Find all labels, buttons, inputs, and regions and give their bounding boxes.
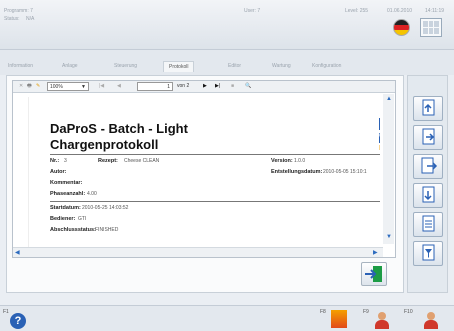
report-color-bar [379, 118, 380, 130]
nr-value: 3 [64, 158, 67, 164]
function-key-bar: F1 ? F8 F9 F10 [0, 305, 454, 331]
time-text: 14:11:19 [425, 8, 445, 14]
version-label: Version: [271, 158, 293, 164]
f8-label: F8 [320, 309, 326, 315]
tab-anlage[interactable]: Anlage [62, 63, 78, 69]
tab-bar: Information Anlage Steuerung Protokoll E… [0, 50, 454, 75]
report-logo-c: C [379, 133, 380, 143]
zoom-value: 100% [50, 84, 63, 90]
nr-label: Nr.: [50, 158, 60, 164]
next-page-icon[interactable]: ▶ [203, 83, 207, 89]
status-label: Status: [4, 16, 20, 22]
tab-steuerung[interactable]: Steuerung [114, 63, 137, 69]
report-divider-top [50, 154, 380, 155]
open-report-button[interactable] [413, 125, 443, 150]
tab-information[interactable]: Information [8, 63, 33, 69]
report-page: DaProS - Batch - Light Chargenprotokoll … [28, 97, 380, 252]
status-value: N/A [26, 16, 35, 22]
report-viewer: ✕ 🖶 ✎ 100% ▼ |◀ ◀ 1 von 2 ▶ ▶| ■ 🔍 DaProS… [12, 80, 396, 258]
document-print-icon [422, 215, 435, 232]
alarm-icon[interactable] [331, 310, 347, 328]
f1-label: F1 [3, 309, 9, 315]
load-report-button[interactable] [413, 96, 443, 121]
right-action-sidebar [407, 75, 448, 293]
document-open-icon [422, 128, 435, 145]
erstellung-value: 2010-05-05 15:10:1 [323, 169, 367, 175]
german-flag-icon[interactable] [393, 19, 410, 36]
document-export-icon [421, 157, 438, 174]
document-upload-icon [422, 99, 435, 116]
date-text: 01.06.2010 [387, 8, 413, 14]
version-value: 1.0.0 [294, 158, 306, 164]
abschluss-value: FINISHED [95, 227, 119, 233]
logout-user-icon[interactable] [424, 312, 438, 330]
zoom-select[interactable]: 100% ▼ [47, 82, 89, 91]
document-save-icon [422, 186, 435, 203]
horizontal-scrollbar[interactable]: ◀ ▶ [13, 247, 383, 257]
start-label: Startdatum: [50, 205, 81, 211]
save-report-button[interactable] [413, 183, 443, 208]
document-filter-icon [422, 244, 435, 261]
scroll-down-icon[interactable]: ▼ [386, 234, 392, 240]
bediener-label: Bediener: [50, 216, 76, 222]
help-icon[interactable]: ? [10, 313, 26, 329]
find-icon[interactable]: 🔍 [245, 83, 251, 89]
kommentar-label: Kommentar: [50, 180, 83, 186]
rezept-label: Rezept: [98, 158, 118, 164]
rezept-value: Cheese CLEAN [124, 158, 160, 164]
scroll-left-icon[interactable]: ◀ [15, 249, 20, 256]
autor-label: Autor: [50, 169, 67, 175]
chevron-down-icon: ▼ [81, 84, 86, 90]
start-value: 2010-05-25 14:03:52 [82, 205, 129, 211]
bediener-value: GTI [78, 216, 87, 222]
tab-wartung[interactable]: Wartung [272, 63, 291, 69]
f9-label: F9 [363, 309, 369, 315]
tab-konfiguration[interactable]: Konfiguration [312, 63, 341, 69]
tab-editor[interactable]: Editor [228, 63, 241, 69]
abschluss-label: Abschlussstatus: [50, 227, 96, 233]
scroll-right-icon[interactable]: ▶ [373, 249, 378, 256]
print-icon[interactable]: 🖶 [27, 83, 32, 91]
first-page-icon[interactable]: |◀ [99, 83, 104, 89]
viewer-toolbar: ✕ 🖶 ✎ 100% ▼ |◀ ◀ 1 von 2 ▶ ▶| ■ 🔍 [13, 81, 395, 93]
programm-label: Programm: 7 [4, 8, 33, 14]
report-divider-mid [50, 201, 380, 202]
f10-label: F10 [404, 309, 413, 315]
last-page-icon[interactable]: ▶| [215, 83, 220, 89]
report-logo-p: P [379, 145, 380, 152]
report-title-line1: DaProS - Batch - Light [50, 121, 188, 136]
user-icon[interactable] [375, 312, 389, 330]
export-report-button[interactable] [413, 154, 443, 179]
phasen-value: 4.00 [87, 191, 97, 197]
phasen-label: Phaseanzahl: [50, 191, 86, 197]
print-report-button[interactable] [413, 212, 443, 237]
scroll-up-icon[interactable]: ▲ [386, 96, 392, 102]
report-title-line2: Chargenprotokoll [50, 137, 159, 152]
prev-page-icon[interactable]: ◀ [117, 83, 121, 89]
exit-door-icon [365, 266, 382, 282]
export-icon[interactable]: ✎ [36, 83, 40, 89]
tab-protokoll[interactable]: Protokoll [163, 61, 195, 72]
user-label: User: 7 [244, 8, 261, 14]
stop-icon[interactable]: ■ [231, 83, 234, 89]
filter-report-button[interactable] [413, 241, 443, 266]
page-input[interactable]: 1 [137, 82, 173, 91]
erstellung-label: Entstellungsdatum: [271, 169, 323, 175]
header-bar: Programm: 7 Status: N/A User: 7 Level: 2… [0, 0, 454, 50]
page-of-label: von 2 [177, 83, 190, 89]
exit-button[interactable] [361, 262, 387, 286]
vertical-scrollbar[interactable]: ▲ ▼ [383, 94, 394, 244]
grid-menu-icon[interactable] [420, 18, 442, 37]
level-label: Level: 255 [345, 8, 369, 14]
close-icon[interactable]: ✕ [19, 83, 23, 89]
